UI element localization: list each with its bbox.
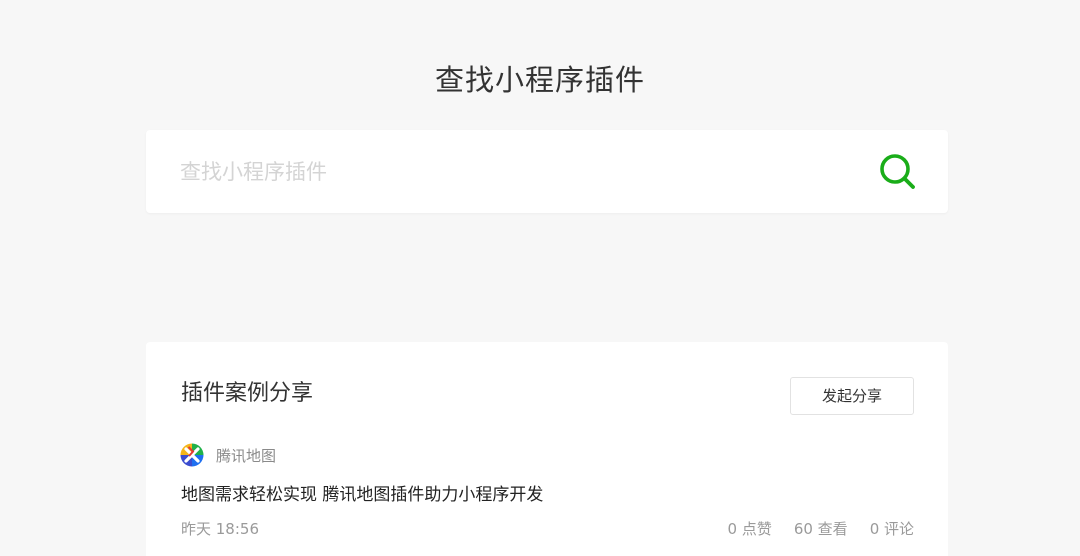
page-title: 查找小程序插件: [434, 63, 645, 97]
search-box: [146, 130, 948, 213]
tencent-map-logo-icon: [180, 443, 204, 467]
post-time: 昨天 18:56: [181, 520, 259, 538]
post-likes: 0 点赞: [727, 520, 772, 538]
post-author[interactable]: 腾讯地图: [180, 442, 276, 468]
case-share-title: 插件案例分享: [181, 381, 314, 406]
post-author-name: 腾讯地图: [216, 446, 277, 465]
post-title[interactable]: 地图需求轻松实现 腾讯地图插件助力小程序开发: [181, 482, 543, 508]
case-share-card: 插件案例分享 发起分享 腾讯地图 地图需求轻松实现 腾讯地图插件助力小程序开发 …: [146, 342, 948, 556]
post-stats: 0 点赞 60 查看 0 评论: [728, 518, 914, 540]
post-comments: 0 评论: [869, 520, 914, 538]
search-icon: [880, 154, 915, 189]
post-views: 60 查看: [793, 520, 848, 538]
search-button[interactable]: [878, 152, 918, 192]
search-input[interactable]: [180, 130, 840, 213]
post-meta: 昨天 18:56 0 点赞 60 查看 0 评论: [181, 518, 914, 540]
start-share-button[interactable]: 发起分享: [790, 377, 914, 415]
